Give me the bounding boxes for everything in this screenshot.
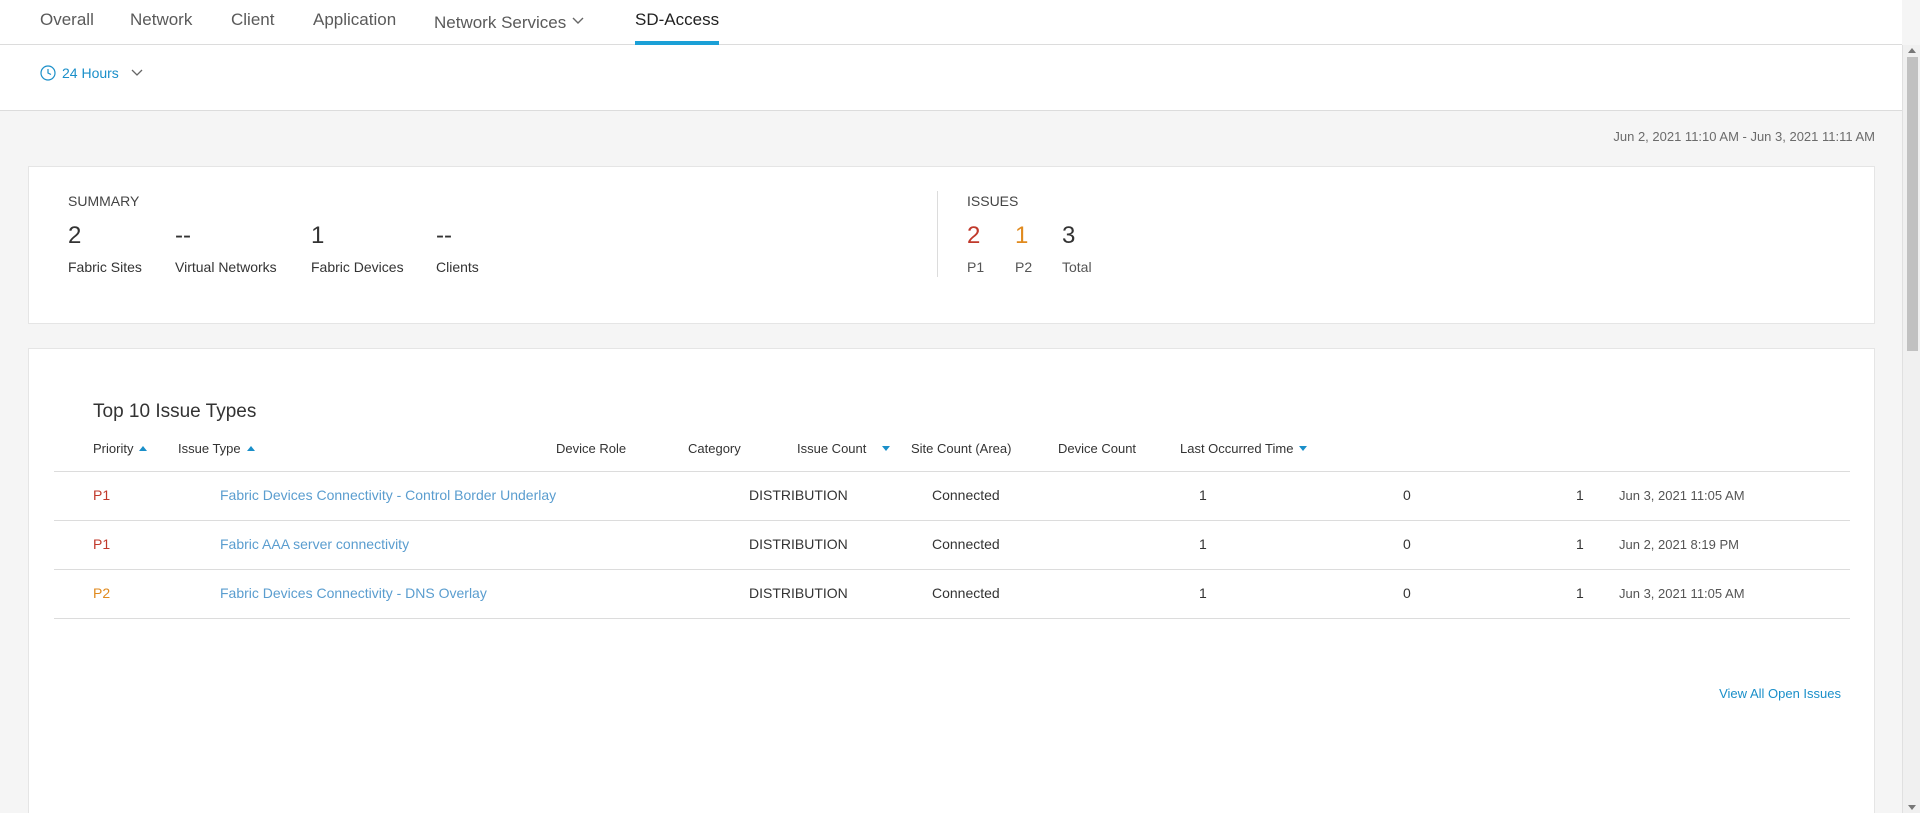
view-all-open-issues-link[interactable]: View All Open Issues xyxy=(1719,686,1841,701)
metric-total[interactable]: 3 Total xyxy=(1062,222,1092,276)
time-filter-bar: 24 Hours xyxy=(0,45,1902,111)
site-count-cell: 0 xyxy=(1403,536,1411,552)
chevron-down-icon xyxy=(131,69,143,77)
device-count-cell: 1 xyxy=(1576,487,1584,503)
issue-types-card: Top 10 Issue Types Priority Issue Type D… xyxy=(28,348,1875,813)
summary-title: SUMMARY xyxy=(68,193,140,209)
issues-summary-title: ISSUES xyxy=(967,193,1019,209)
column-header-device-role[interactable]: Device Role xyxy=(556,441,626,456)
column-header-label: Priority xyxy=(93,441,134,456)
divider xyxy=(937,191,938,277)
metric-value: -- xyxy=(436,222,452,249)
sort-descending-icon xyxy=(882,446,891,451)
column-header-label: Device Role xyxy=(556,441,627,456)
priority-cell: P2 xyxy=(93,585,111,601)
column-header-label: Issue Type xyxy=(178,441,241,456)
metric-p2[interactable]: 1 P2 xyxy=(1015,222,1033,276)
metric-label: Fabric Devices xyxy=(311,259,404,275)
metric-label: Total xyxy=(1062,259,1092,275)
metric-fabric-devices[interactable]: 1 Fabric Devices xyxy=(311,222,404,276)
metric-virtual-networks[interactable]: -- Virtual Networks xyxy=(175,222,277,276)
tab-network[interactable]: Network xyxy=(130,10,192,45)
site-count-cell: 0 xyxy=(1403,487,1411,503)
category-cell: Connected xyxy=(932,536,1000,552)
vertical-scrollbar[interactable] xyxy=(1902,45,1920,813)
clock-icon xyxy=(40,65,56,81)
column-header-device-count[interactable]: Device Count xyxy=(1058,441,1136,456)
sort-ascending-icon xyxy=(139,446,148,451)
top-tab-bar: Overall Network Client Application Netwo… xyxy=(0,0,1902,45)
tab-network-services-label: Network Services xyxy=(434,13,567,32)
device-count-cell: 1 xyxy=(1576,585,1584,601)
priority-cell: P1 xyxy=(93,536,111,552)
column-header-label: Last Occurred Time xyxy=(1180,441,1294,456)
column-header-label: Category xyxy=(688,441,741,456)
category-cell: Connected xyxy=(932,487,1000,503)
column-header-label: Issue Count xyxy=(797,441,867,456)
metric-value: 2 xyxy=(68,222,82,249)
time-range-label: 24 Hours xyxy=(62,65,119,81)
category-cell: Connected xyxy=(932,585,1000,601)
metric-p1[interactable]: 2 P1 xyxy=(967,222,985,276)
date-range-text: Jun 2, 2021 11:10 AM - Jun 3, 2021 11:11… xyxy=(1613,129,1875,144)
issue-count-cell: 1 xyxy=(1199,487,1207,503)
device-role-cell: DISTRIBUTION xyxy=(749,585,848,601)
last-occurred-cell: Jun 2, 2021 8:19 PM xyxy=(1619,537,1739,552)
metric-value: 2 xyxy=(967,222,981,249)
table-row[interactable]: P2 Fabric Devices Connectivity - DNS Ove… xyxy=(54,570,1850,619)
metric-label: Virtual Networks xyxy=(175,259,277,275)
scroll-up-arrow-icon[interactable] xyxy=(1908,48,1916,53)
tab-overall[interactable]: Overall xyxy=(40,10,94,45)
tab-application[interactable]: Application xyxy=(313,10,396,45)
metric-label: Fabric Sites xyxy=(68,259,142,275)
issue-type-link[interactable]: Fabric AAA server connectivity xyxy=(220,536,409,552)
tab-network-services[interactable]: Network Services xyxy=(434,10,584,45)
metric-label: Clients xyxy=(436,259,479,275)
column-header-issue-type[interactable]: Issue Type xyxy=(178,441,255,456)
issue-type-link[interactable]: Fabric Devices Connectivity - Control Bo… xyxy=(220,487,556,503)
tab-client[interactable]: Client xyxy=(231,10,274,45)
column-header-site-count[interactable]: Site Count (Area) xyxy=(911,441,1011,456)
metric-label: P2 xyxy=(1015,259,1033,275)
site-count-cell: 0 xyxy=(1403,585,1411,601)
sort-ascending-icon xyxy=(246,446,255,451)
issues-table-title: Top 10 Issue Types xyxy=(93,401,257,422)
column-header-label: Device Count xyxy=(1058,441,1137,456)
table-row[interactable]: P1 Fabric Devices Connectivity - Control… xyxy=(54,472,1850,521)
chevron-down-icon xyxy=(572,10,584,30)
metric-clients[interactable]: -- Clients xyxy=(436,222,479,276)
metric-value: -- xyxy=(175,222,191,249)
column-header-issue-count[interactable]: Issue Count xyxy=(797,441,891,456)
last-occurred-cell: Jun 3, 2021 11:05 AM xyxy=(1619,488,1745,503)
metric-label: P1 xyxy=(967,259,985,275)
column-header-last-occurred-time[interactable]: Last Occurred Time xyxy=(1180,441,1308,456)
metric-fabric-sites[interactable]: 2 Fabric Sites xyxy=(68,222,142,276)
column-header-priority[interactable]: Priority xyxy=(93,441,148,456)
device-role-cell: DISTRIBUTION xyxy=(749,536,848,552)
issue-count-cell: 1 xyxy=(1199,536,1207,552)
issue-count-cell: 1 xyxy=(1199,585,1207,601)
time-range-dropdown[interactable]: 24 Hours xyxy=(40,65,143,81)
metric-value: 1 xyxy=(311,222,325,249)
scroll-down-arrow-icon[interactable] xyxy=(1908,805,1916,810)
column-header-label: Site Count (Area) xyxy=(911,441,1012,456)
last-occurred-cell: Jun 3, 2021 11:05 AM xyxy=(1619,586,1745,601)
device-role-cell: DISTRIBUTION xyxy=(749,487,848,503)
summary-card: SUMMARY 2 Fabric Sites -- Virtual Networ… xyxy=(28,166,1875,324)
tab-sd-access[interactable]: SD-Access xyxy=(635,10,720,45)
metric-value: 1 xyxy=(1015,222,1029,249)
issue-type-link[interactable]: Fabric Devices Connectivity - DNS Overla… xyxy=(220,585,487,601)
scrollbar-thumb[interactable] xyxy=(1907,57,1918,351)
priority-cell: P1 xyxy=(93,487,111,503)
metric-value: 3 xyxy=(1062,222,1076,249)
device-count-cell: 1 xyxy=(1576,536,1584,552)
table-row[interactable]: P1 Fabric AAA server connectivity DISTRI… xyxy=(54,521,1850,570)
column-header-category[interactable]: Category xyxy=(688,441,741,456)
sort-descending-icon xyxy=(1299,446,1308,451)
